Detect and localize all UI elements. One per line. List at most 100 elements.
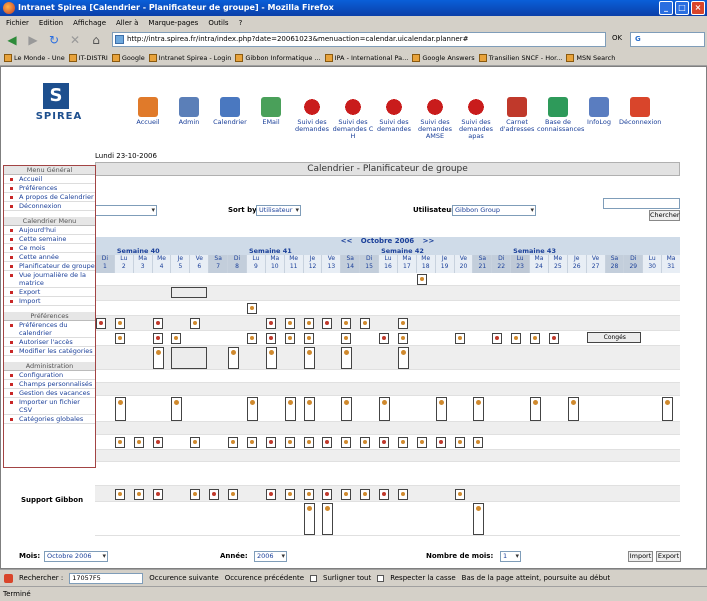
event-block[interactable] <box>530 397 542 421</box>
sidemenu-item[interactable]: Configuration <box>4 371 95 380</box>
sidemenu-item[interactable]: Import <box>4 297 95 306</box>
sidemenu-item[interactable]: Préférences <box>4 184 95 193</box>
day-header-cell[interactable]: Di 22 <box>491 255 511 273</box>
import-button[interactable]: Import <box>628 551 653 562</box>
event-icon[interactable] <box>379 437 390 448</box>
address-bar[interactable]: http://intra.spirea.fr/intra/index.php?d… <box>112 32 606 47</box>
day-header-cell[interactable]: Me 4 <box>151 255 171 273</box>
sidemenu-item[interactable]: Accueil <box>4 175 95 184</box>
menu-item[interactable]: Edition <box>39 16 63 30</box>
event-icon[interactable] <box>360 488 371 500</box>
event-icon[interactable] <box>397 437 408 448</box>
event-icon[interactable] <box>246 303 257 314</box>
day-header-cell[interactable]: Lu 16 <box>378 255 397 273</box>
event-icon[interactable] <box>435 437 446 448</box>
close-button[interactable]: × <box>691 1 705 15</box>
day-header-cell[interactable]: Ve 6 <box>189 255 208 273</box>
go-button[interactable]: OK <box>612 34 622 42</box>
nav-item[interactable]: Base de connaissances <box>537 97 584 133</box>
conge-event[interactable]: Congés <box>586 332 642 343</box>
minimize-button[interactable]: _ <box>659 1 673 15</box>
event-icon[interactable] <box>152 488 163 500</box>
event-bar[interactable] <box>171 287 208 298</box>
event-icon[interactable] <box>114 318 125 329</box>
nav-item[interactable]: Suivi des demandes <box>373 97 415 133</box>
day-header-cell[interactable]: Di 15 <box>359 255 379 273</box>
annee-select[interactable]: 2006 <box>254 551 287 562</box>
bookmark-item[interactable]: Le Monde - Une <box>4 53 65 62</box>
event-icon[interactable] <box>303 333 314 344</box>
event-block[interactable] <box>171 397 183 421</box>
event-icon[interactable] <box>341 488 352 500</box>
day-header-cell[interactable]: Di 29 <box>623 255 643 273</box>
sidemenu-item[interactable]: Autoriser l'accès <box>4 338 95 347</box>
nombre-select[interactable]: 1 <box>500 551 521 562</box>
day-header-cell[interactable]: Sa 14 <box>340 255 360 273</box>
sidemenu-item[interactable]: Catégories globales <box>4 415 95 424</box>
sidemenu-item[interactable]: Cette semaine <box>4 235 95 244</box>
mois-select[interactable]: Octobre 2006 <box>44 551 108 562</box>
event-icon[interactable] <box>322 318 333 329</box>
day-header-cell[interactable]: Ma 3 <box>132 255 152 273</box>
event-block[interactable] <box>567 397 579 421</box>
day-header-cell[interactable]: Ve 20 <box>453 255 473 273</box>
spirea-logo[interactable]: S SPIREA <box>29 83 89 133</box>
export-button[interactable]: Export <box>656 551 681 562</box>
event-block[interactable] <box>246 397 258 421</box>
event-icon[interactable] <box>152 333 163 344</box>
day-header-cell[interactable]: Sa 7 <box>208 255 228 273</box>
nav-item[interactable]: Suivi des demandes C H <box>332 97 374 140</box>
find-next-button[interactable]: Occurence suivante <box>149 574 218 582</box>
event-block[interactable] <box>265 347 277 369</box>
event-icon[interactable] <box>454 488 465 500</box>
maximize-button[interactable]: □ <box>675 1 689 15</box>
next-month-link[interactable]: >> <box>423 237 435 245</box>
event-icon[interactable] <box>454 437 465 448</box>
bookmark-item[interactable]: IT-DISTRI <box>68 53 108 62</box>
event-bar[interactable] <box>171 347 208 369</box>
nav-item[interactable]: Carnet d'adresses <box>496 97 538 133</box>
menu-item[interactable]: Affichage <box>73 16 106 30</box>
sort-select[interactable]: Utilisateur <box>256 205 301 216</box>
bookmark-item[interactable]: IPA - International Pa... <box>324 53 408 62</box>
day-header-cell[interactable]: Lu 30 <box>642 255 661 273</box>
event-icon[interactable] <box>397 333 408 344</box>
event-icon[interactable] <box>114 437 125 448</box>
event-icon[interactable] <box>473 437 484 448</box>
nav-item[interactable]: Suivi des demandes apas <box>455 97 497 140</box>
event-icon[interactable] <box>416 437 427 448</box>
event-icon[interactable] <box>303 488 314 500</box>
day-header-cell[interactable]: Di 1 <box>95 255 114 273</box>
event-block[interactable] <box>379 397 391 421</box>
event-icon[interactable] <box>209 488 220 500</box>
nav-item[interactable]: Suivi des demandes <box>291 97 333 133</box>
sidemenu-item[interactable]: Modifier les catégories <box>4 347 95 356</box>
event-icon[interactable] <box>303 318 314 329</box>
event-icon[interactable] <box>322 437 333 448</box>
event-icon[interactable] <box>303 437 314 448</box>
menu-item[interactable]: ? <box>239 16 243 30</box>
nav-item[interactable]: Déconnexion <box>619 97 661 126</box>
event-icon[interactable] <box>284 333 295 344</box>
day-header-cell[interactable]: Lu 2 <box>113 255 133 273</box>
forward-button[interactable]: ▶ <box>24 32 42 48</box>
bookmark-item[interactable]: Gibbon Informatique ... <box>235 53 321 62</box>
event-icon[interactable] <box>511 333 522 344</box>
day-header-cell[interactable]: Me 11 <box>283 255 303 273</box>
sidemenu-item[interactable]: Préférences du calendrier <box>4 321 95 338</box>
users-select[interactable]: Gibbon Group <box>452 205 536 216</box>
event-block[interactable] <box>662 397 674 421</box>
event-icon[interactable] <box>190 488 201 500</box>
nav-item[interactable]: Calendrier <box>209 97 251 126</box>
sidemenu-item[interactable]: Importer un fichier CSV <box>4 398 95 415</box>
sidemenu-item[interactable]: Gestion des vacances <box>4 389 95 398</box>
menu-item[interactable]: Marque-pages <box>148 16 198 30</box>
event-icon[interactable] <box>360 437 371 448</box>
category-select[interactable] <box>95 205 157 216</box>
google-search-box[interactable]: G <box>630 32 705 47</box>
event-icon[interactable] <box>341 333 352 344</box>
highlight-checkbox[interactable] <box>310 574 318 582</box>
event-block[interactable] <box>152 347 164 369</box>
day-header-cell[interactable]: Me 25 <box>547 255 567 273</box>
sidemenu-item[interactable]: Export <box>4 288 95 297</box>
